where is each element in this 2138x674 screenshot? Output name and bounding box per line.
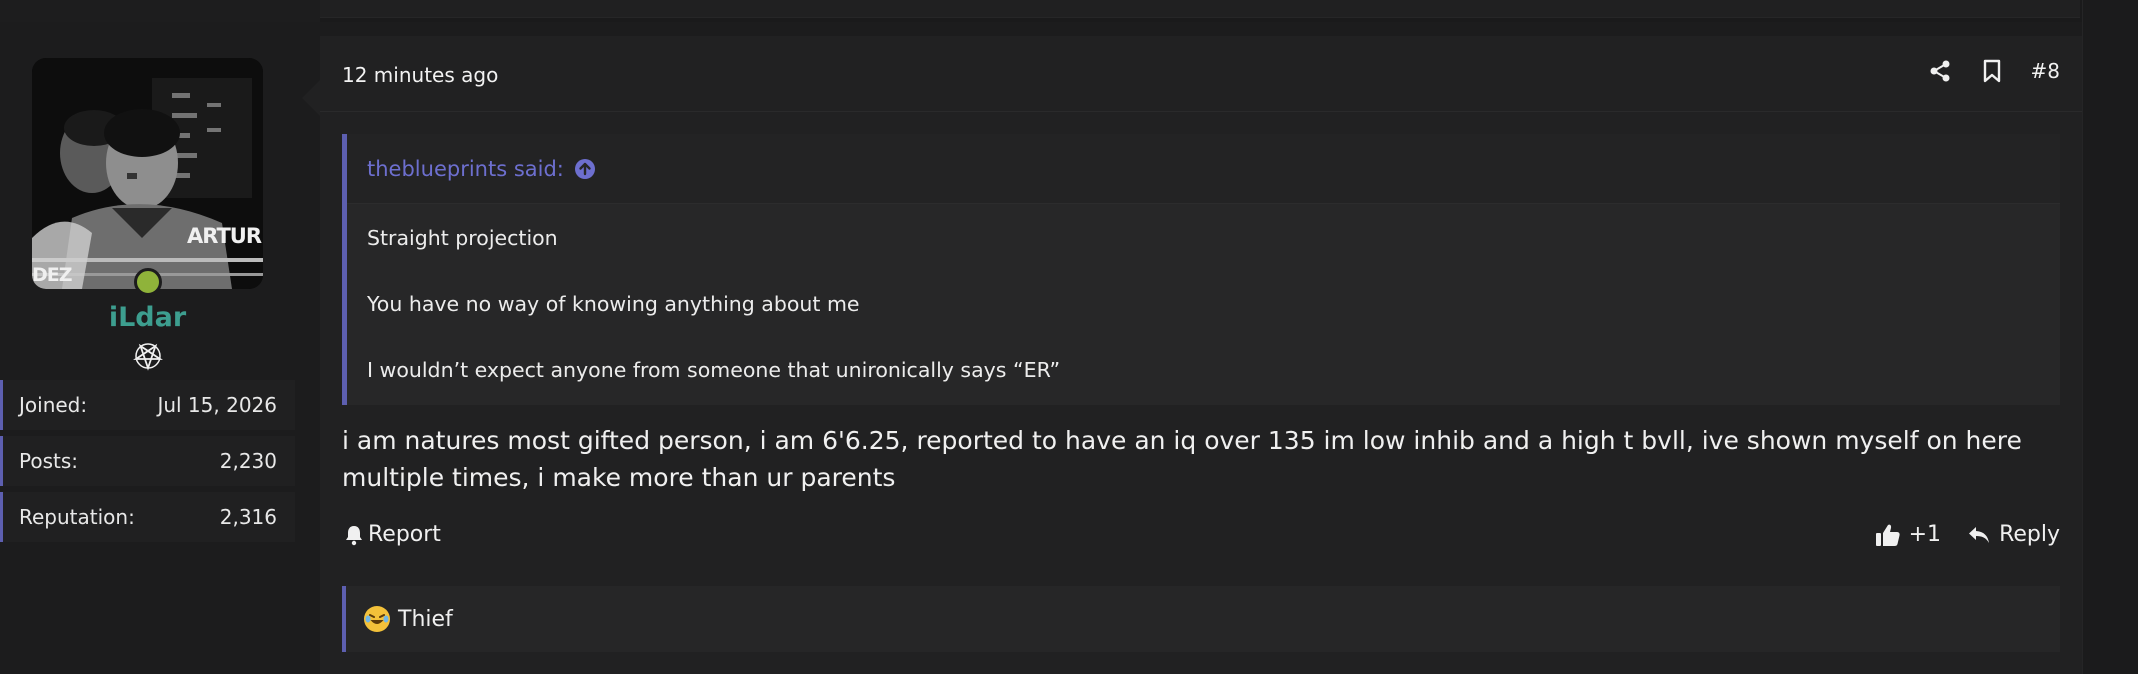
reply-arrow-icon bbox=[1969, 526, 1990, 543]
post-container: 12 minutes ago #8 theblueprints said: St… bbox=[320, 36, 2082, 674]
online-status-dot bbox=[134, 268, 162, 296]
report-button[interactable]: Report bbox=[344, 522, 441, 547]
like-count: +1 bbox=[1908, 522, 1942, 547]
username[interactable]: iLdar bbox=[0, 302, 295, 333]
reply-label: Reply bbox=[1999, 522, 2060, 547]
stat-value: Jul 15, 2026 bbox=[157, 393, 277, 417]
top-strip bbox=[0, 0, 2138, 22]
quote-author-link[interactable]: theblueprints said: bbox=[367, 157, 564, 181]
avatar-overlay-text-left: DEZ bbox=[32, 264, 73, 286]
thumbs-up-icon bbox=[1875, 524, 1900, 546]
stat-label: Reputation: bbox=[19, 505, 135, 529]
stat-value: 2,230 bbox=[219, 449, 277, 473]
quote-line: Straight projection bbox=[367, 226, 558, 250]
quote-body: Straight projection You have no way of k… bbox=[347, 204, 2060, 387]
post-timestamp[interactable]: 12 minutes ago bbox=[342, 63, 498, 87]
avatar[interactable]: ARTUR DEZ bbox=[32, 58, 263, 289]
previous-post-edge bbox=[320, 0, 2080, 18]
report-label: Report bbox=[368, 522, 441, 547]
reply-button[interactable]: Reply bbox=[1967, 522, 2060, 547]
post-pointer-arrow bbox=[302, 80, 320, 116]
share-icon[interactable] bbox=[1927, 58, 1953, 84]
quote-line: I wouldn’t expect anyone from someone th… bbox=[367, 358, 1061, 382]
bookmark-icon[interactable] bbox=[1979, 58, 2005, 84]
crying-laughing-emoji-icon bbox=[364, 606, 390, 632]
arrow-up-circle-icon[interactable] bbox=[574, 158, 596, 180]
post-right-actions: +1 Reply bbox=[1875, 522, 2060, 547]
reaction-label[interactable]: Thief bbox=[398, 607, 453, 632]
stat-value: 2,316 bbox=[219, 505, 277, 529]
stat-reputation: Reputation: 2,316 bbox=[0, 492, 295, 542]
post-header-actions: #8 bbox=[1927, 58, 2060, 84]
bell-icon bbox=[344, 524, 364, 546]
post-header: 12 minutes ago #8 bbox=[320, 36, 2082, 112]
post-footer-actions: Report +1 Reply bbox=[320, 522, 2082, 562]
page-right-edge bbox=[2082, 0, 2138, 674]
stat-posts: Posts: 2,230 bbox=[0, 436, 295, 486]
user-info-panel: ARTUR DEZ iLdar Joined: Jul 15, 2026 Pos… bbox=[0, 36, 320, 674]
stat-label: Posts: bbox=[19, 449, 79, 473]
reaction-summary-bar[interactable]: Thief bbox=[342, 586, 2060, 652]
top-strip-left bbox=[0, 0, 320, 22]
quote-line: You have no way of knowing anything abou… bbox=[367, 292, 860, 316]
pentagram-rank-icon bbox=[133, 341, 163, 371]
quote-header: theblueprints said: bbox=[347, 134, 2060, 204]
quote-block: theblueprints said: Straight projection … bbox=[342, 134, 2060, 405]
avatar-overlay-text-right: ARTUR bbox=[186, 224, 262, 248]
stat-joined: Joined: Jul 15, 2026 bbox=[0, 380, 295, 430]
avatar-image bbox=[32, 58, 263, 289]
like-button[interactable]: +1 bbox=[1875, 522, 1941, 547]
post-message: i am natures most gifted person, i am 6'… bbox=[342, 426, 2022, 492]
post-number-link[interactable]: #8 bbox=[2031, 59, 2060, 83]
stat-label: Joined: bbox=[19, 393, 88, 417]
